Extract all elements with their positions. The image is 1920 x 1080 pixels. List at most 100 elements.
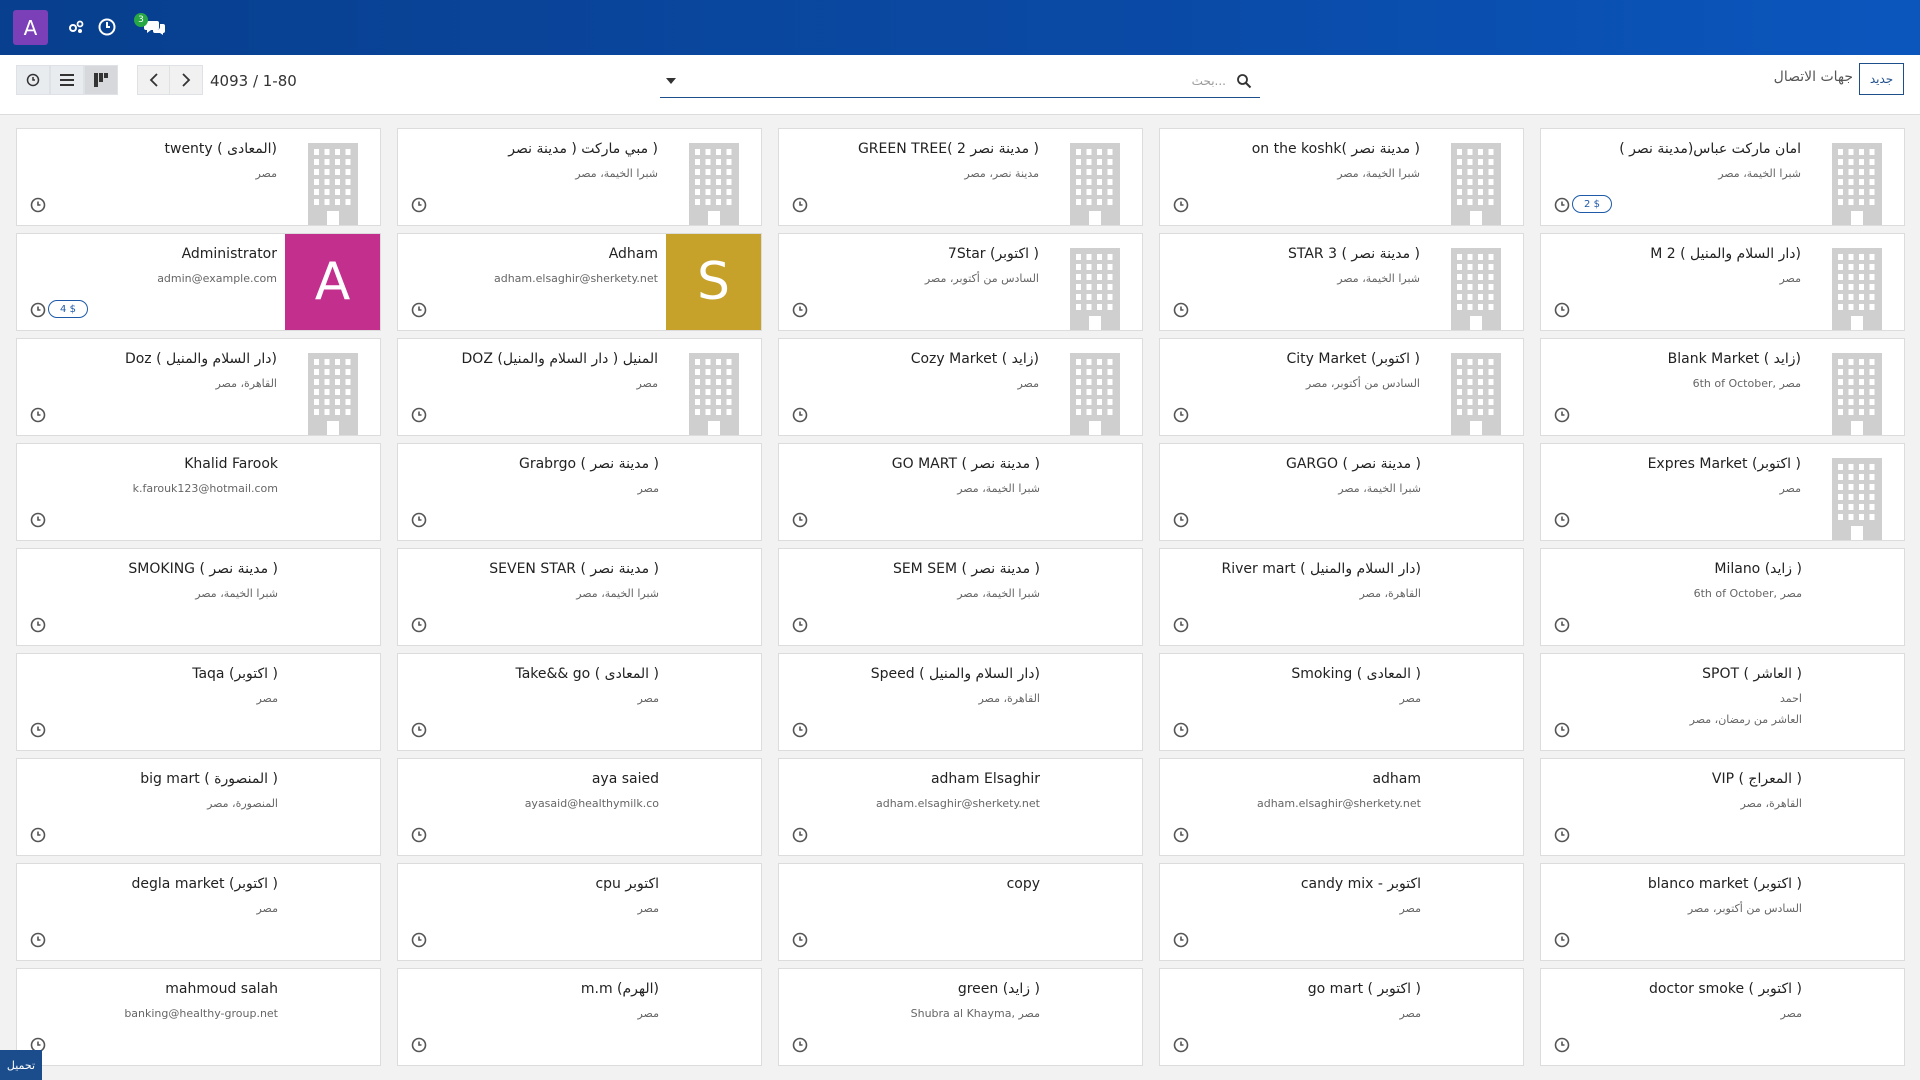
pager-value[interactable]: 4093 / 1-80 <box>210 72 297 90</box>
contact-card[interactable]: adham adham.elsaghir@sherkety.net <box>1159 758 1524 856</box>
sales-badge[interactable]: 2 $ <box>1572 195 1612 213</box>
contact-card[interactable]: DOZ المنيل ( دار السلام والمنيل) مصر <box>397 338 762 436</box>
contact-card[interactable]: STAR 3 ( مدينة نصر ) شبرا الخيمة، مصر <box>1159 233 1524 331</box>
contact-card[interactable]: SMOKING ( مدينة نصر ) شبرا الخيمة، مصر <box>16 548 381 646</box>
contact-card[interactable]: امان ماركت عباس(مدينة نصر ) شبرا الخيمة، … <box>1540 128 1905 226</box>
contact-card[interactable]: degla market (اكتوبر ) مصر <box>16 863 381 961</box>
contact-card[interactable]: SEM SEM ( مدينة نصر ) شبرا الخيمة، مصر <box>778 548 1143 646</box>
contact-card[interactable]: Taqa (اكتوبر ) مصر <box>16 653 381 751</box>
contact-card[interactable]: Cozy Market ( زايد) مصر <box>778 338 1143 436</box>
pager-next-button[interactable] <box>169 65 203 95</box>
activity-clock-icon[interactable] <box>410 196 428 214</box>
contact-card[interactable]: ( مبي ماركت ( مدينة نصر شبرا الخيمة، مصر <box>397 128 762 226</box>
contact-card[interactable]: City Market (اكتوبر ) السادس من أكتوبر، م… <box>1159 338 1524 436</box>
contact-card[interactable]: go mart ( اكتوبر ) مصر <box>1159 968 1524 1066</box>
contact-card[interactable]: GO MART ( مدينة نصر ) شبرا الخيمة، مصر <box>778 443 1143 541</box>
activity-clock-icon[interactable] <box>791 616 809 634</box>
activity-clock-icon[interactable] <box>1553 616 1571 634</box>
contact-card[interactable]: S Adham adham.elsaghir@sherkety.net <box>397 233 762 331</box>
pager-previous-button[interactable] <box>137 65 171 95</box>
contact-card[interactable]: green (زايد ) Shubra al Khayma, مصر <box>778 968 1143 1066</box>
contact-card[interactable]: copy <box>778 863 1143 961</box>
activity-clock-icon[interactable] <box>1172 406 1190 424</box>
contact-card[interactable]: SPOT ( العاشر ) احمد العاشر من رمضان، مصر <box>1540 653 1905 751</box>
clock-icon[interactable] <box>97 17 117 37</box>
activity-clock-icon[interactable] <box>29 196 47 214</box>
contact-card[interactable]: SEVEN STAR ( مدينة نصر ) شبرا الخيمة، مصر <box>397 548 762 646</box>
contact-card[interactable]: GARGO ( مدينة نصر ) شبرا الخيمة، مصر <box>1159 443 1524 541</box>
contact-card[interactable]: aya saied ayasaid@healthymilk.co <box>397 758 762 856</box>
activity-clock-icon[interactable] <box>1553 826 1571 844</box>
activity-clock-icon[interactable] <box>1553 301 1571 319</box>
contact-card[interactable]: Smoking ( المعادى ) مصر <box>1159 653 1524 751</box>
contact-card[interactable]: Khalid Farook k.farouk123@hotmail.com <box>16 443 381 541</box>
activity-view-button[interactable] <box>16 65 50 95</box>
activity-clock-icon[interactable] <box>1172 826 1190 844</box>
user-avatar[interactable]: A <box>13 10 48 45</box>
activity-clock-icon[interactable] <box>1553 406 1571 424</box>
activity-clock-icon[interactable] <box>1553 511 1571 529</box>
activity-clock-icon[interactable] <box>1172 931 1190 949</box>
activity-clock-icon[interactable] <box>791 1036 809 1054</box>
activity-clock-icon[interactable] <box>410 616 428 634</box>
activity-clock-icon[interactable] <box>29 826 47 844</box>
activity-clock-icon[interactable] <box>1172 721 1190 739</box>
activity-clock-icon[interactable] <box>410 1036 428 1054</box>
activity-clock-icon[interactable] <box>410 406 428 424</box>
contact-card[interactable]: m.m (الهرم) مصر <box>397 968 762 1066</box>
activity-clock-icon[interactable] <box>410 826 428 844</box>
contact-card[interactable]: Expres Market (اكتوبر ) مصر <box>1540 443 1905 541</box>
activity-clock-icon[interactable] <box>410 721 428 739</box>
activity-clock-icon[interactable] <box>1553 931 1571 949</box>
contact-card[interactable]: candy mix - اكتوبر مصر <box>1159 863 1524 961</box>
contact-card[interactable]: 7Star (اكتوبر ) السادس من أكتوبر، مصر <box>778 233 1143 331</box>
contact-card[interactable]: cpu اكتوبر مصر <box>397 863 762 961</box>
activity-clock-icon[interactable] <box>1172 301 1190 319</box>
contact-card[interactable]: Grabrgo ( مدينة نصر ) مصر <box>397 443 762 541</box>
search-input[interactable] <box>706 69 1226 93</box>
contact-card[interactable]: twenty ( المعادى) مصر <box>16 128 381 226</box>
activity-clock-icon[interactable] <box>791 406 809 424</box>
activity-clock-icon[interactable] <box>791 931 809 949</box>
sales-badge[interactable]: 4 $ <box>48 300 88 318</box>
contact-card[interactable]: blanco market (اكتوبر ) السادس من أكتوبر،… <box>1540 863 1905 961</box>
contact-card[interactable]: M 2 ( دار السلام والمنيل) مصر <box>1540 233 1905 331</box>
contact-card[interactable]: doctor smoke ( اكتوبر ) مصر <box>1540 968 1905 1066</box>
contact-card[interactable]: big mart ( المنصورة ) المنصورة، مصر <box>16 758 381 856</box>
contact-card[interactable]: Blank Market ( زايد) 6th of October, مصر <box>1540 338 1905 436</box>
contact-card[interactable]: adham Elsaghir adham.elsaghir@sherkety.ne… <box>778 758 1143 856</box>
search-options-dropdown[interactable] <box>666 78 676 84</box>
activity-clock-icon[interactable] <box>29 721 47 739</box>
contact-card[interactable]: Milano (زايد ) 6th of October, مصر <box>1540 548 1905 646</box>
search-icon[interactable] <box>1236 73 1252 89</box>
activity-clock-icon[interactable] <box>1172 511 1190 529</box>
contact-card[interactable]: GREEN TREE( 2 مدينة نصر ) مدينة نصر، مصر <box>778 128 1143 226</box>
activity-clock-icon[interactable] <box>1172 1036 1190 1054</box>
download-button[interactable]: تحميل <box>0 1050 42 1080</box>
apps-icon[interactable] <box>66 17 86 37</box>
contact-card[interactable]: on the koshk( مدينة نصر ) شبرا الخيمة، مص… <box>1159 128 1524 226</box>
activity-clock-icon[interactable] <box>410 301 428 319</box>
activity-clock-icon[interactable] <box>29 301 47 319</box>
contact-card[interactable]: Take&& go ( المعادى ) مصر <box>397 653 762 751</box>
activity-clock-icon[interactable] <box>29 406 47 424</box>
activity-clock-icon[interactable] <box>1553 1036 1571 1054</box>
list-view-button[interactable] <box>50 65 84 95</box>
contact-card[interactable]: A Administrator admin@example.com 4 $ <box>16 233 381 331</box>
activity-clock-icon[interactable] <box>410 511 428 529</box>
activity-clock-icon[interactable] <box>791 511 809 529</box>
activity-clock-icon[interactable] <box>1172 196 1190 214</box>
activity-clock-icon[interactable] <box>791 721 809 739</box>
activity-clock-icon[interactable] <box>1553 721 1571 739</box>
contact-card[interactable]: River mart ( دار السلام والمنيل) القاهرة،… <box>1159 548 1524 646</box>
kanban-view-button[interactable] <box>84 65 118 95</box>
contact-card[interactable]: Doz ( دار السلام والمنيل) القاهرة، مصر <box>16 338 381 436</box>
activity-clock-icon[interactable] <box>1553 196 1571 214</box>
activity-clock-icon[interactable] <box>29 616 47 634</box>
contact-card[interactable]: VIP ( المعراج ) القاهرة، مصر <box>1540 758 1905 856</box>
activity-clock-icon[interactable] <box>791 826 809 844</box>
activity-clock-icon[interactable] <box>1172 616 1190 634</box>
activity-clock-icon[interactable] <box>791 196 809 214</box>
activity-clock-icon[interactable] <box>29 511 47 529</box>
new-button[interactable]: جديد <box>1859 63 1904 95</box>
